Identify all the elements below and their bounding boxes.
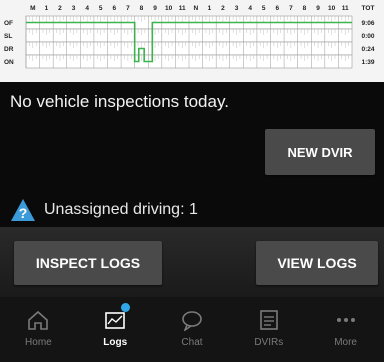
hour-label: 2 xyxy=(58,5,62,12)
logs-badge xyxy=(121,303,131,312)
unassigned-driving-label: Unassigned driving: 1 xyxy=(44,201,198,218)
hour-label: 11 xyxy=(179,5,186,12)
hour-label: 4 xyxy=(85,5,89,12)
hour-label: 8 xyxy=(303,5,307,12)
status-total: 0:24 xyxy=(361,46,374,53)
hour-label: 1 xyxy=(45,5,49,12)
dvir-icon xyxy=(259,310,278,330)
log-graph: M 1 2 3 4 5 6 7 8 9 10 11 N 1 2 3 4 5 6 7 8 9 10 11 TOT OF 9:06 SL 0… xyxy=(4,5,375,69)
status-label: DR xyxy=(4,46,14,53)
hour-label: 9 xyxy=(153,5,157,12)
home-icon xyxy=(28,310,49,330)
nav-chat[interactable]: Chat xyxy=(154,297,231,362)
nav-chat-label: Chat xyxy=(181,337,203,348)
hour-label: N xyxy=(193,5,198,12)
hour-label: 10 xyxy=(328,5,336,12)
hour-label: 10 xyxy=(165,5,173,12)
unassigned-driving[interactable]: ? Unassigned driving: 1 xyxy=(10,198,198,222)
hour-label: 6 xyxy=(275,5,279,12)
question-warning-icon: ? xyxy=(11,199,35,221)
hour-label: 3 xyxy=(235,5,239,12)
total-header: TOT xyxy=(362,5,375,12)
hour-label: 5 xyxy=(99,5,103,12)
hour-label: 8 xyxy=(140,5,144,12)
status-total: 9:06 xyxy=(361,20,374,27)
view-logs-button[interactable]: VIEW LOGS xyxy=(256,241,378,285)
hour-label: 1 xyxy=(208,5,212,12)
nav-home[interactable]: Home xyxy=(0,297,77,362)
status-total: 0:00 xyxy=(361,33,374,40)
svg-text:?: ? xyxy=(19,205,28,221)
hour-label: 3 xyxy=(72,5,76,12)
nav-dvirs[interactable]: DVIRs xyxy=(230,297,307,362)
chat-icon xyxy=(182,311,202,331)
hour-label: 7 xyxy=(289,5,293,12)
hour-label: 9 xyxy=(316,5,320,12)
nav-logs-label: Logs xyxy=(103,337,128,348)
log-grid[interactable]: M 1 2 3 4 5 6 7 8 9 10 11 N 1 2 3 4 5 6 7 8 9 10 11 TOT OF 9:06 SL 0… xyxy=(0,0,384,82)
hour-label: 5 xyxy=(262,5,266,12)
status-label: OF xyxy=(4,20,13,27)
logs-icon xyxy=(105,312,125,329)
hour-label: 11 xyxy=(342,5,349,12)
status-label: ON xyxy=(4,59,14,66)
inspect-logs-button[interactable]: INSPECT LOGS xyxy=(14,241,162,285)
status-total: 1:39 xyxy=(361,59,374,66)
nav-more-label: More xyxy=(334,337,357,348)
status-label: SL xyxy=(4,33,12,40)
more-icon xyxy=(336,318,355,322)
hour-label: 6 xyxy=(112,5,116,12)
nav-dvirs-label: DVIRs xyxy=(254,337,284,348)
hour-label: M xyxy=(30,5,35,12)
hour-label: 4 xyxy=(248,5,252,12)
no-inspections-message: No vehicle inspections today. xyxy=(10,92,229,111)
nav-more[interactable]: More xyxy=(307,297,384,362)
nav-home-label: Home xyxy=(25,337,52,348)
new-dvir-button[interactable]: NEW DVIR xyxy=(265,129,375,175)
bottom-nav: Home Logs Chat DVIRs More xyxy=(0,297,384,362)
nav-logs[interactable]: Logs xyxy=(77,297,154,362)
hour-label: 7 xyxy=(126,5,130,12)
hour-label: 2 xyxy=(221,5,225,12)
